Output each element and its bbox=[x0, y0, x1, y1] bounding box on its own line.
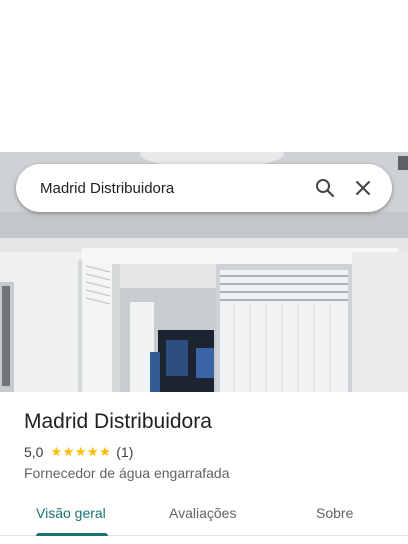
close-icon[interactable] bbox=[344, 169, 382, 207]
place-title: Madrid Distribuidora bbox=[24, 410, 212, 433]
rating-row[interactable]: 5,0 ★★★★★ (1) bbox=[24, 444, 133, 460]
top-blank-area bbox=[0, 0, 408, 152]
star-icon: ★★★★★ bbox=[50, 444, 112, 459]
tab-about[interactable]: Sobre bbox=[316, 505, 353, 521]
search-icon[interactable] bbox=[306, 169, 344, 207]
review-count[interactable]: (1) bbox=[116, 444, 133, 460]
active-tab-indicator bbox=[36, 533, 108, 536]
search-bar[interactable]: Madrid Distribuidora bbox=[16, 164, 392, 212]
rating-value: 5,0 bbox=[24, 444, 44, 460]
search-input[interactable]: Madrid Distribuidora bbox=[40, 180, 306, 197]
tab-reviews[interactable]: Avaliações bbox=[169, 505, 236, 521]
place-category[interactable]: Fornecedor de água engarrafada bbox=[24, 465, 229, 481]
tab-bar: Visão geral Avaliações Sobre bbox=[0, 492, 408, 536]
tab-overview[interactable]: Visão geral bbox=[36, 505, 106, 521]
